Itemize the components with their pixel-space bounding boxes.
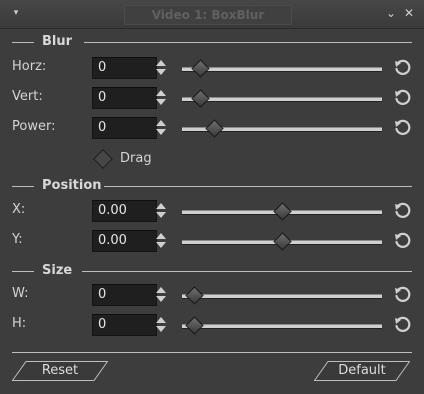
divider [82, 271, 412, 272]
param-row: Power: 0 [0, 117, 424, 141]
default-label: Default [338, 363, 386, 378]
divider [12, 271, 34, 272]
spin-down-icon[interactable] [156, 129, 166, 135]
slider-thumb[interactable] [191, 59, 210, 78]
spin-down-icon[interactable] [156, 326, 166, 332]
spin-up-icon[interactable] [156, 60, 166, 66]
spin-arrows-icon[interactable] [155, 201, 167, 221]
spin-up-icon[interactable] [156, 203, 166, 209]
param-row: Y: 0.00 [0, 230, 424, 254]
section-label: Position [42, 178, 102, 193]
close-button[interactable]: ✕ [401, 5, 417, 21]
window-title: Video 1: BoxBlur [124, 5, 292, 25]
blur-section-header: Blur [12, 34, 412, 50]
slider-track[interactable] [182, 59, 382, 78]
value-field[interactable]: 0 [92, 117, 157, 139]
spin-up-icon[interactable] [156, 120, 166, 126]
param-label: Y: [12, 232, 23, 247]
slider-thumb[interactable] [191, 89, 210, 108]
section-label: Size [42, 263, 73, 278]
slider-track[interactable] [182, 286, 382, 305]
divider [84, 42, 412, 43]
undo-reset-icon[interactable] [392, 231, 412, 251]
param-label: H: [12, 316, 27, 331]
param-row: H: 0 [0, 314, 424, 338]
value-field[interactable]: 0 [92, 57, 157, 79]
spin-up-icon[interactable] [156, 287, 166, 293]
divider [104, 186, 412, 187]
reset-button[interactable]: Reset [12, 361, 108, 381]
undo-reset-icon[interactable] [392, 201, 412, 221]
divider [12, 42, 34, 43]
spin-arrows-icon[interactable] [155, 118, 167, 138]
spin-arrows-icon[interactable] [155, 285, 167, 305]
spin-up-icon[interactable] [156, 233, 166, 239]
param-row: X: 0.00 [0, 200, 424, 224]
param-label: X: [12, 202, 26, 217]
slider-track[interactable] [182, 119, 382, 138]
undo-reset-icon[interactable] [392, 285, 412, 305]
slider-thumb[interactable] [185, 316, 204, 335]
slider-track[interactable] [182, 232, 382, 251]
spin-down-icon[interactable] [156, 296, 166, 302]
undo-reset-icon[interactable] [392, 118, 412, 138]
spin-down-icon[interactable] [156, 242, 166, 248]
spin-arrows-icon[interactable] [155, 315, 167, 335]
slider-track[interactable] [182, 89, 382, 108]
param-row: W: 0 [0, 284, 424, 308]
slider-thumb[interactable] [273, 202, 292, 221]
drag-toggle[interactable]: Drag [92, 149, 172, 169]
spin-arrows-icon[interactable] [155, 58, 167, 78]
slider-thumb[interactable] [273, 232, 292, 251]
spin-down-icon[interactable] [156, 212, 166, 218]
drag-label: Drag [120, 151, 152, 166]
title-bar[interactable]: ▾ Video 1: BoxBlur ⌄ ✕ [0, 0, 424, 29]
param-label: Power: [12, 119, 56, 134]
param-row: Horz: 0 [0, 57, 424, 81]
footer-divider [12, 352, 412, 353]
reset-label: Reset [41, 363, 79, 378]
slider-thumb[interactable] [205, 119, 224, 138]
value-field[interactable]: 0 [92, 314, 157, 336]
value-field[interactable]: 0.00 [92, 200, 157, 222]
minimize-button[interactable]: ⌄ [383, 5, 399, 21]
slider-track[interactable] [182, 316, 382, 335]
value-field[interactable]: 0 [92, 87, 157, 109]
param-label: Horz: [12, 59, 47, 74]
slider-thumb[interactable] [185, 286, 204, 305]
undo-reset-icon[interactable] [392, 58, 412, 78]
spin-up-icon[interactable] [156, 90, 166, 96]
param-label: W: [12, 286, 29, 301]
diamond-toggle-icon[interactable] [93, 149, 113, 169]
undo-reset-icon[interactable] [392, 315, 412, 335]
spin-down-icon[interactable] [156, 69, 166, 75]
value-field[interactable]: 0.00 [92, 230, 157, 252]
section-label: Blur [42, 34, 73, 49]
spin-up-icon[interactable] [156, 317, 166, 323]
position-section-header: Position [12, 178, 412, 194]
divider [12, 186, 34, 187]
param-row: Vert: 0 [0, 87, 424, 111]
spin-arrows-icon[interactable] [155, 231, 167, 251]
spin-arrows-icon[interactable] [155, 88, 167, 108]
default-button[interactable]: Default [314, 361, 410, 381]
slider-track[interactable] [182, 202, 382, 221]
value-field[interactable]: 0 [92, 284, 157, 306]
param-label: Vert: [12, 89, 43, 104]
spin-down-icon[interactable] [156, 99, 166, 105]
undo-reset-icon[interactable] [392, 88, 412, 108]
size-section-header: Size [12, 263, 412, 279]
window-menu-button[interactable]: ▾ [8, 5, 24, 21]
